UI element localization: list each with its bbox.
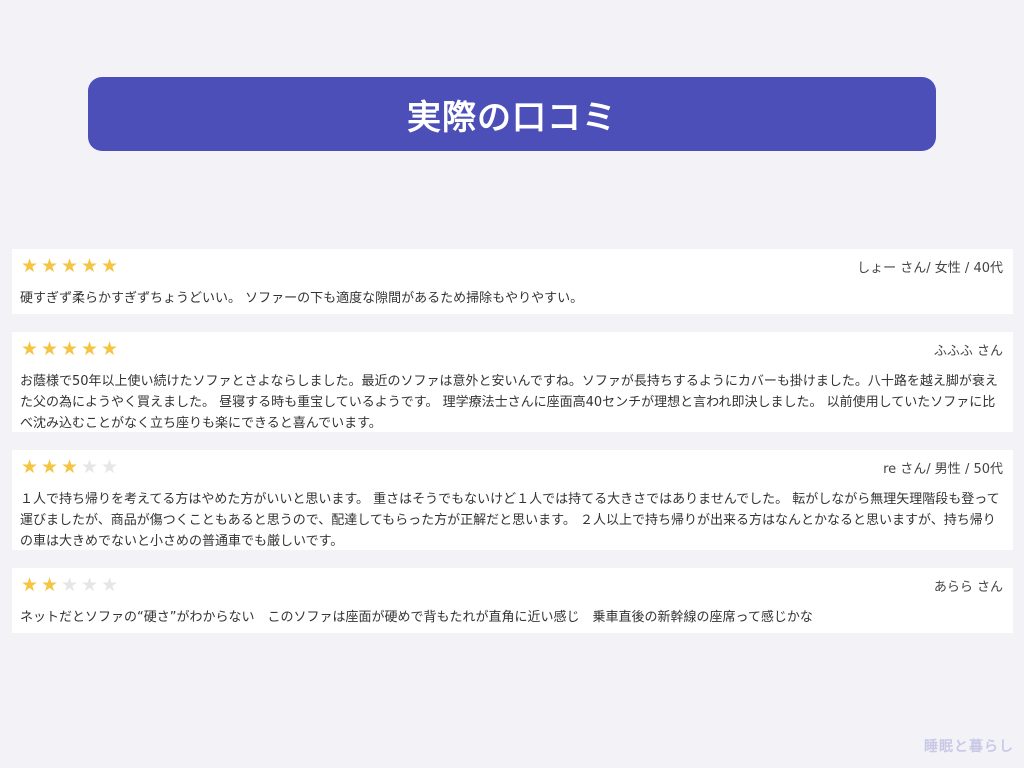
- star-filled-icon: ★: [20, 338, 39, 360]
- review-text: １人で持ち帰りを考えてる方はやめた方がいいと思います。 重さはそうでもないけど１…: [20, 492, 1000, 549]
- page-title: 実際の口コミ: [407, 97, 617, 138]
- star-filled-icon: ★: [20, 574, 39, 596]
- reviewer-info: あらら さん: [933, 579, 1003, 595]
- site-watermark: 睡眠と暮らし: [924, 739, 1014, 755]
- star-rating: ★ ★ ★ ★ ★: [20, 255, 119, 277]
- title-banner: 実際の口コミ: [88, 77, 936, 151]
- star-filled-icon: ★: [60, 338, 79, 360]
- review-list: ★ ★ ★ ★ ★ しょー さん/ 女性 / 40代 硬すぎず柔らかすぎずちょうどいい。…: [12, 249, 1013, 651]
- review-card: ★ ★ ★ ★ ★ re さん/ 男性 / 50代 １人で持ち帰りを考えてる方はやめた方…: [12, 450, 1013, 550]
- review-header: ★ ★ ★ ★ ★ しょー さん/ 女性 / 40代: [20, 255, 1003, 277]
- review-text: 硬すぎず柔らかすぎずちょうどいい。 ソファーの下も適度な隙間があるため掃除もやり…: [20, 291, 584, 306]
- review-card: ★ ★ ★ ★ ★ ふふふ さん お蔭様で50年以上使い続けたソファとさよならしました。…: [12, 332, 1013, 432]
- reviewer-info: re さん/ 男性 / 50代: [883, 461, 1003, 477]
- reviewer-info: しょー さん/ 女性 / 40代: [857, 260, 1003, 276]
- star-rating: ★ ★ ★ ★ ★: [20, 338, 119, 360]
- review-text: お蔭様で50年以上使い続けたソファとさよならしました。最近のソファは意外と安いん…: [20, 374, 998, 431]
- review-card: ★ ★ ★ ★ ★ あらら さん ネットだとソファの“硬さ”がわからない このソファは座…: [12, 568, 1013, 633]
- star-filled-icon: ★: [40, 456, 59, 478]
- star-filled-icon: ★: [60, 456, 79, 478]
- star-filled-icon: ★: [20, 456, 39, 478]
- review-text: ネットだとソファの“硬さ”がわからない このソファは座面が硬めで背もたれが直角に…: [20, 610, 813, 625]
- review-card: ★ ★ ★ ★ ★ しょー さん/ 女性 / 40代 硬すぎず柔らかすぎずちょうどいい。…: [12, 249, 1013, 314]
- review-header: ★ ★ ★ ★ ★ ふふふ さん: [20, 338, 1003, 360]
- star-empty-icon: ★: [80, 456, 99, 478]
- star-rating: ★ ★ ★ ★ ★: [20, 574, 119, 596]
- star-filled-icon: ★: [40, 338, 59, 360]
- star-filled-icon: ★: [80, 338, 99, 360]
- star-filled-icon: ★: [80, 255, 99, 277]
- reviewer-info: ふふふ さん: [933, 343, 1003, 359]
- star-empty-icon: ★: [60, 574, 79, 596]
- star-filled-icon: ★: [40, 574, 59, 596]
- review-header: ★ ★ ★ ★ ★ re さん/ 男性 / 50代: [20, 456, 1003, 478]
- star-rating: ★ ★ ★ ★ ★: [20, 456, 119, 478]
- star-filled-icon: ★: [100, 338, 119, 360]
- star-filled-icon: ★: [100, 255, 119, 277]
- review-header: ★ ★ ★ ★ ★ あらら さん: [20, 574, 1003, 596]
- star-filled-icon: ★: [60, 255, 79, 277]
- star-filled-icon: ★: [20, 255, 39, 277]
- star-empty-icon: ★: [100, 574, 119, 596]
- star-empty-icon: ★: [100, 456, 119, 478]
- star-empty-icon: ★: [80, 574, 99, 596]
- star-filled-icon: ★: [40, 255, 59, 277]
